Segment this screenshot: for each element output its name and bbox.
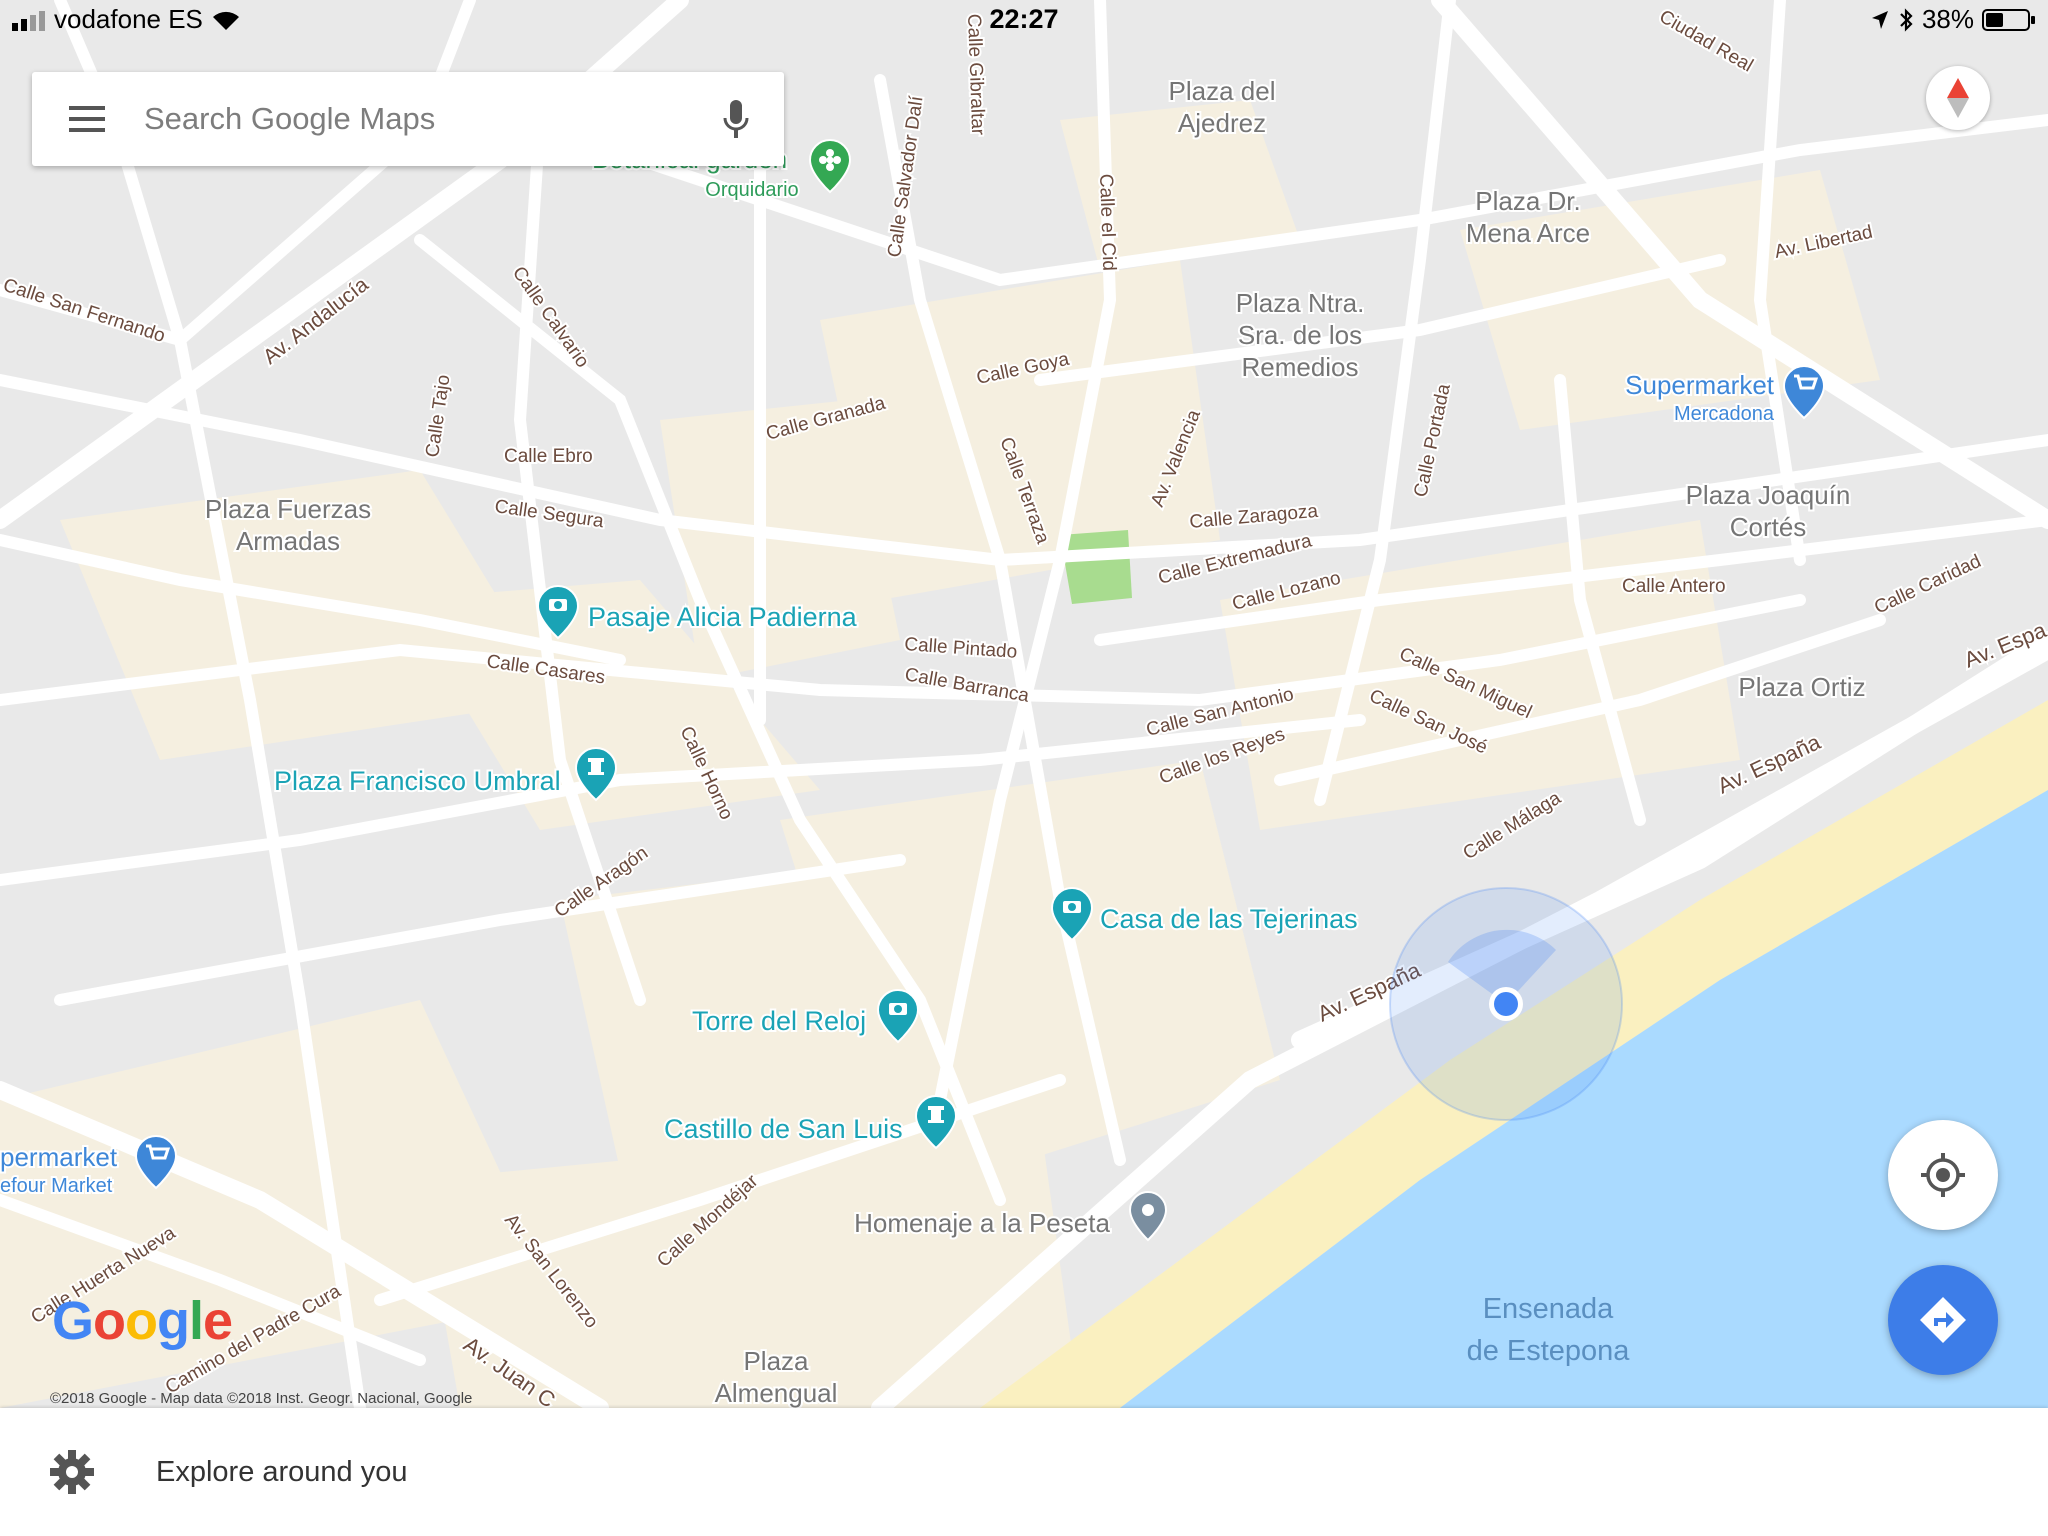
castillo-label: Castillo de San Luis (664, 1114, 903, 1144)
supermarket-label: Supermarket (1625, 370, 1775, 400)
plaza-ortiz-label: Plaza Ortiz (1738, 672, 1865, 702)
supermarket2-label: permarket (0, 1142, 118, 1172)
plaza-almengual-label-2: Almengual (715, 1378, 838, 1408)
crosshair-icon (1921, 1153, 1965, 1197)
plaza-fuerzas-label: Plaza Fuerzas (205, 494, 371, 524)
botanical-label: Orquidario (705, 179, 798, 201)
search-bar (32, 72, 784, 166)
status-bar: vodafone ES 22:27 38% (0, 0, 2048, 40)
hamburger-menu-icon (69, 106, 105, 132)
plaza-ajedrez-label: Plaza del (1169, 76, 1276, 106)
svg-text:de Estepona: de Estepona (1467, 1335, 1631, 1367)
street-label: Calle Ebro (504, 446, 593, 467)
location-arrow-icon (1871, 10, 1888, 29)
plaza-umbral-label: Plaza Francisco Umbral (274, 766, 561, 796)
compass-icon (1947, 78, 1969, 118)
compass-button[interactable] (1926, 66, 1990, 130)
plaza-mena-label: Plaza Dr. (1475, 186, 1581, 216)
street-label: Calle el Cid (1095, 173, 1119, 271)
directions-button[interactable] (1888, 1265, 1998, 1375)
search-input[interactable] (142, 100, 688, 138)
explore-label: Explore around you (156, 1455, 408, 1488)
plaza-joaquin-label: Plaza Joaquín (1686, 480, 1851, 510)
bluetooth-icon (1900, 7, 1913, 32)
my-location-button[interactable] (1888, 1120, 1998, 1230)
casa-tejerinas-label: Casa de las Tejerinas (1100, 904, 1358, 934)
supermarket-sub-label: Mercadona (1674, 403, 1775, 425)
pasaje-label: Pasaje Alicia Padierna (588, 602, 858, 632)
park (1060, 530, 1132, 604)
microphone-icon (723, 100, 749, 138)
plaza-remedios-label-3: Remedios (1241, 352, 1358, 382)
battery-icon (1982, 8, 2035, 31)
homenaje-label: Homenaje a la Peseta (854, 1208, 1110, 1238)
plaza-joaquin-label-2: Cortés (1730, 512, 1807, 542)
gear-icon (50, 1450, 94, 1494)
voice-search-button[interactable] (688, 72, 784, 166)
map-attribution: ©2018 Google - Map data ©2018 Inst. Geog… (50, 1390, 473, 1407)
plaza-remedios-label: Plaza Ntra. (1236, 288, 1365, 318)
status-time: 22:27 (989, 4, 1059, 34)
plaza-almengual-label: Plaza (743, 1346, 809, 1376)
my-location-marker (1389, 887, 1623, 1121)
menu-button[interactable] (32, 72, 142, 166)
google-logo: Google (52, 1291, 233, 1351)
plaza-fuerzas-label-2: Armadas (236, 526, 340, 556)
street-label: Calle Antero (1622, 576, 1726, 597)
plaza-ajedrez-label-2: Ajedrez (1178, 108, 1266, 138)
map-canvas[interactable]: Calle San Fernando Av. Andalucía Calle C… (0, 0, 2048, 1408)
svg-text:Ensenada: Ensenada (1483, 1293, 1614, 1325)
battery-percent: 38% (1921, 4, 1974, 34)
status-right: 38% (1870, 4, 2036, 35)
plaza-remedios-label-2: Sra. de los (1238, 320, 1362, 350)
supermarket2-sub-label: efour Market (0, 1175, 113, 1197)
torre-reloj-label: Torre del Reloj (692, 1006, 866, 1036)
plaza-mena-label-2: Mena Arce (1466, 218, 1590, 248)
directions-icon (1920, 1297, 1966, 1343)
explore-bar[interactable]: Explore around you (0, 1408, 2048, 1536)
